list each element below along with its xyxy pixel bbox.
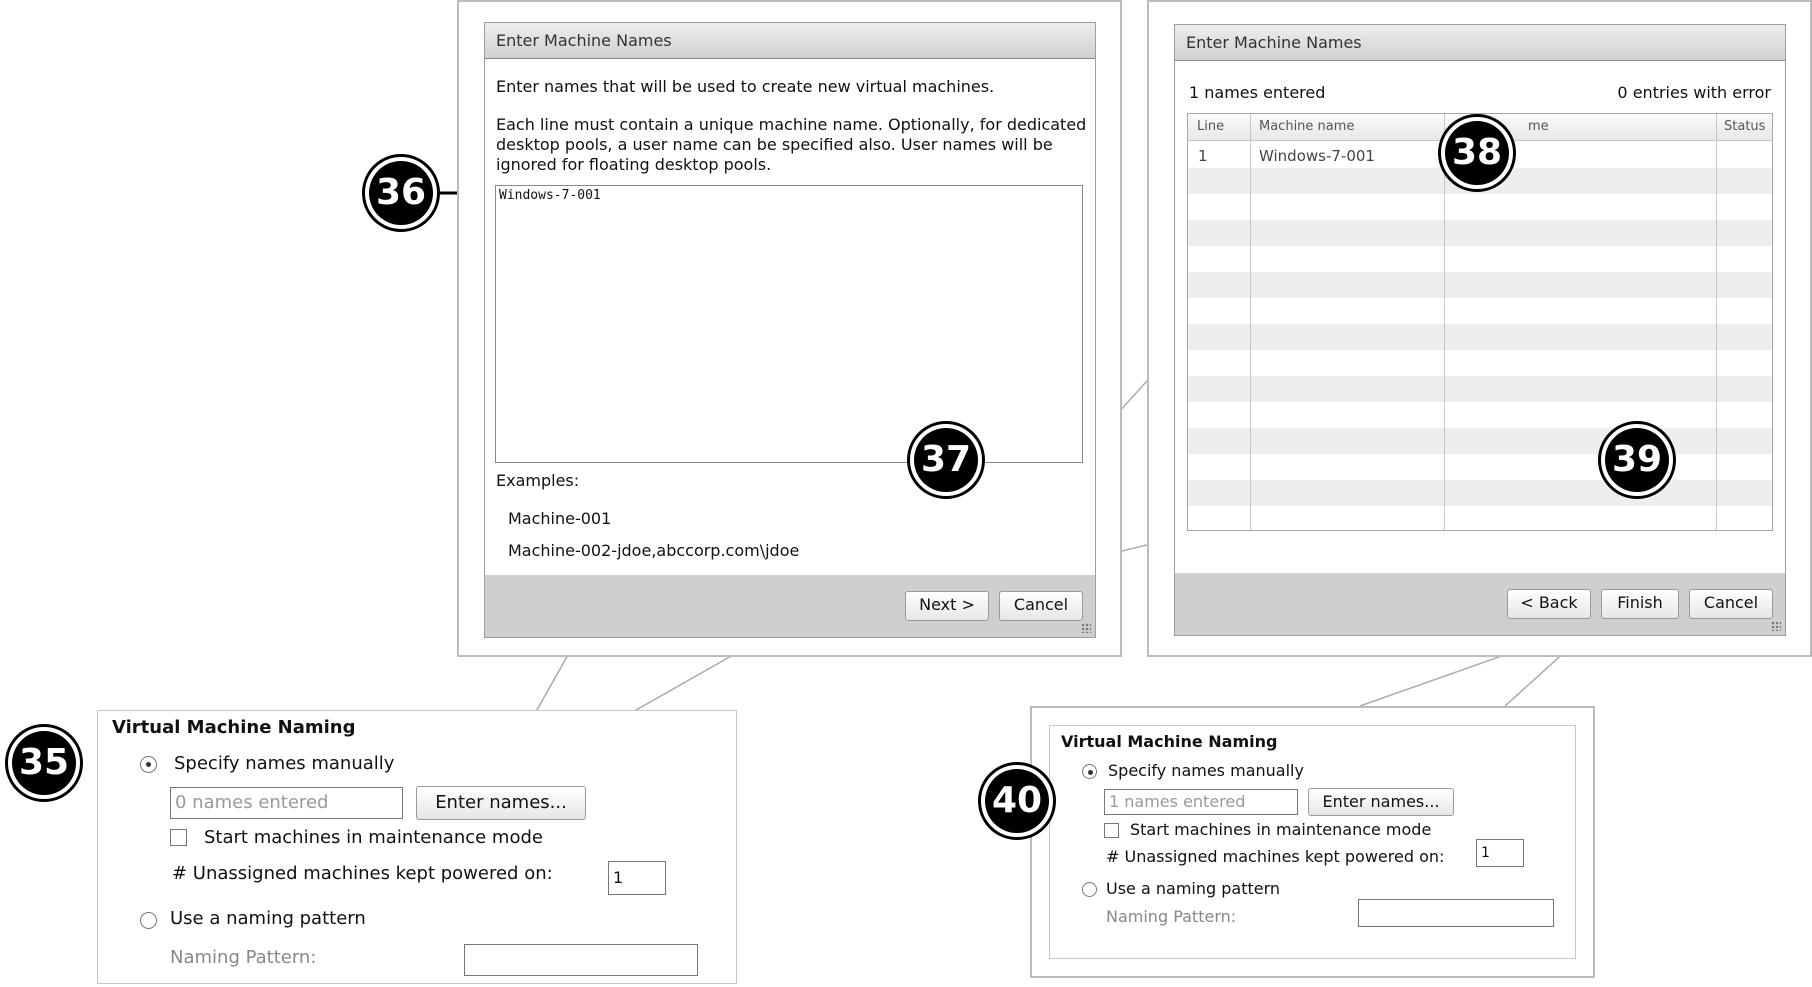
callout-37-label: 37 [914, 428, 978, 492]
example-2: Machine-002-jdoe,abccorp.com\jdoe [508, 541, 800, 560]
specify-names-label[interactable]: Specify names manually [1108, 761, 1304, 780]
dialog-title: Enter Machine Names [485, 23, 1095, 59]
naming-pattern-radio[interactable] [1082, 882, 1097, 897]
callout-39-label: 39 [1605, 428, 1669, 492]
callout-36: 36 [362, 154, 440, 232]
example-1: Machine-001 [508, 509, 612, 528]
row-1-machine: Windows-7-001 [1259, 147, 1375, 165]
callout-40: 40 [978, 762, 1056, 840]
callout-37: 37 [907, 421, 985, 499]
col-line[interactable]: Line [1197, 119, 1224, 134]
next-button[interactable]: Next > [905, 591, 989, 621]
callout-38-label: 38 [1445, 121, 1509, 185]
pattern-field-label: Naming Pattern: [170, 947, 317, 968]
pattern-field-label: Naming Pattern: [1106, 907, 1237, 926]
dialog-footer: Next > Cancel [485, 575, 1095, 637]
resize-grip-icon[interactable] [1081, 623, 1091, 633]
unassigned-label: # Unassigned machines kept powered on: [1106, 847, 1445, 866]
enter-machine-names-dialog: Enter Machine Names Enter names that wil… [484, 22, 1096, 638]
enter-names-button[interactable]: Enter names... [416, 786, 586, 820]
maintenance-mode-label[interactable]: Start machines in maintenance mode [1130, 820, 1431, 839]
help-text-3: ignored for floating desktop pools. [496, 155, 772, 174]
row-1-line: 1 [1198, 147, 1208, 165]
unassigned-field[interactable]: 1 [1476, 839, 1524, 867]
callout-40-label: 40 [985, 769, 1049, 833]
examples-label: Examples: [496, 471, 580, 490]
left-dialog-frame: Enter Machine Names Enter names that wil… [457, 0, 1122, 657]
naming-pattern-label[interactable]: Use a naming pattern [1106, 879, 1280, 898]
col-status[interactable]: Status [1724, 119, 1765, 134]
col-machine-name[interactable]: Machine name [1259, 119, 1354, 134]
naming-pattern-radio[interactable] [140, 912, 157, 929]
specify-names-label[interactable]: Specify names manually [174, 753, 394, 774]
intro-text: Enter names that will be used to create … [496, 77, 995, 96]
resize-grip-icon[interactable] [1771, 621, 1781, 631]
cancel-button[interactable]: Cancel [999, 591, 1083, 621]
callout-38: 38 [1438, 114, 1516, 192]
entries-with-error: 0 entries with error [1617, 83, 1771, 102]
help-text-1: Each line must contain a unique machine … [496, 115, 1087, 134]
maintenance-mode-checkbox[interactable] [1104, 823, 1119, 838]
pattern-field [464, 944, 698, 976]
dialog-title: Enter Machine Names [1175, 25, 1785, 61]
col-user-name[interactable]: me [1528, 119, 1549, 134]
callout-35-label: 35 [12, 731, 76, 795]
section-title: Virtual Machine Naming [1061, 732, 1278, 751]
back-button[interactable]: < Back [1507, 589, 1591, 619]
cancel-button[interactable]: Cancel [1689, 589, 1773, 619]
pattern-field [1358, 899, 1554, 927]
specify-names-radio[interactable] [140, 756, 157, 773]
maintenance-mode-checkbox[interactable] [170, 829, 187, 846]
specify-names-radio[interactable] [1082, 764, 1097, 779]
unassigned-field[interactable]: 1 [608, 861, 666, 895]
help-text-2: desktop pools, a user name can be specif… [496, 135, 1053, 154]
finish-button[interactable]: Finish [1601, 589, 1679, 619]
dialog-footer: < Back Finish Cancel [1175, 573, 1785, 635]
names-entered-count: 1 names entered [1189, 83, 1326, 102]
section-title: Virtual Machine Naming [112, 717, 356, 738]
enter-names-button[interactable]: Enter names... [1308, 788, 1454, 816]
right-dialog-frame: Enter Machine Names 1 names entered 0 en… [1147, 0, 1812, 657]
maintenance-mode-label[interactable]: Start machines in maintenance mode [204, 827, 543, 848]
machine-names-textarea[interactable]: Windows-7-001 [495, 185, 1083, 463]
callout-36-label: 36 [369, 161, 433, 225]
names-entered-field: 1 names entered [1104, 789, 1298, 815]
naming-panel-after: Virtual Machine Naming Specify names man… [1049, 725, 1576, 959]
unassigned-label: # Unassigned machines kept powered on: [172, 863, 553, 884]
naming-pattern-label[interactable]: Use a naming pattern [170, 908, 366, 929]
callout-39: 39 [1598, 421, 1676, 499]
naming-panel-before: Virtual Machine Naming Specify names man… [97, 710, 737, 984]
names-entered-field: 0 names entered [170, 787, 403, 819]
naming-after-frame: Virtual Machine Naming Specify names man… [1030, 706, 1595, 978]
callout-35: 35 [5, 724, 83, 802]
textarea-value: Windows-7-001 [499, 188, 601, 203]
